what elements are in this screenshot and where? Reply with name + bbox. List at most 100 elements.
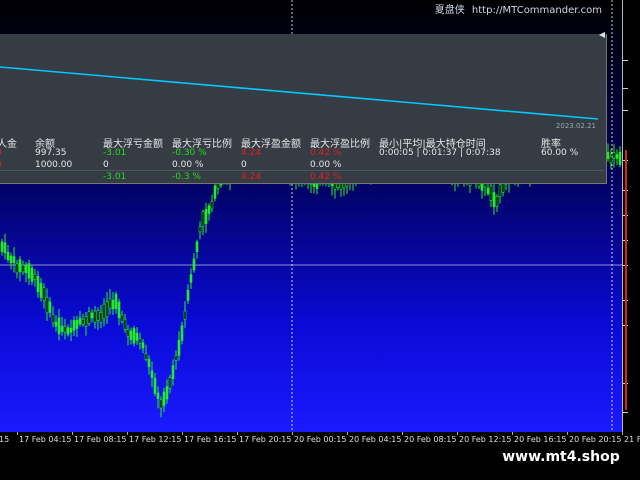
cell-win-rate-r1: 60.00 % [541,148,579,158]
candle-body [129,330,133,340]
table-divider [0,170,604,171]
scale-tick [623,88,628,89]
cell-hold-time-r1: 0:00:05 | 0:01:37 | 0:07:38 [379,148,501,158]
candle-body [15,263,19,274]
time-tick [347,432,348,435]
time-tick [512,432,513,435]
header-deposit: 人金 [0,139,17,150]
candle-body [183,310,187,320]
candle-body [42,287,46,301]
candle-body [156,392,160,399]
equity-line [0,66,599,120]
cell-loss-pct-r3: -0.3 % [172,172,201,182]
candle-body [147,359,151,368]
cell-deposit-r1: 0 [0,148,2,158]
cell-profit-pct-r1: 0.42 % [310,148,342,158]
triangle-left-icon[interactable]: ◀ [599,30,605,39]
brand-url[interactable]: http://MTCommander.com [472,5,602,16]
candle-body [210,201,214,210]
candle-body [144,353,148,360]
cell-balance-r2: 1000.00 [35,160,73,170]
candle-body [141,342,145,349]
scale-marker [625,150,627,410]
candle-body [24,264,28,274]
cell-loss-amount-r3: -3.01 [103,172,127,182]
time-tick [457,432,458,435]
time-tick [567,432,568,435]
scale-tick [623,60,628,61]
candle-body [54,321,58,327]
cell-profit-amount-r1: 4.24 [241,148,262,158]
time-label: 17 Feb 04:15 [19,435,72,444]
candle-body [72,320,76,331]
time-label: 20 Feb 08:15 [404,435,457,444]
time-tick [622,432,623,435]
candle-body [174,355,178,361]
candle-body [66,327,70,335]
candle-body [186,289,190,301]
stats-table: 人金 余额 最大浮亏金额 最大浮亏比例 最大浮盈金额 最大浮盈比例 最小|平均|… [0,134,604,184]
candle-body [39,283,43,298]
candle-body [84,316,88,327]
candle-body [99,312,103,323]
candle-body [180,325,184,341]
candle-body [96,310,100,321]
cell-profit-amount-r3: 4.24 [241,172,262,182]
time-label: 15 [0,435,10,444]
cell-deposit-r2: 0 [0,160,2,170]
candle-body [489,185,493,201]
watermark-logo: www.mt4.shop [497,443,625,471]
candle-body [123,318,127,330]
candle-body [114,293,118,309]
cell-loss-amount-r2: 0 [103,160,109,170]
candle-body [18,259,22,272]
time-tick [237,432,238,435]
candle-body [153,377,157,394]
cell-balance-r1: 997.35 [35,148,67,158]
time-tick [127,432,128,435]
candle-body [138,338,142,344]
candle-body [132,328,136,344]
candle-body [75,319,79,329]
candle-body [204,209,208,224]
candle-body [87,311,91,324]
candle-body [126,329,130,337]
candle-body [12,256,16,263]
candle-body [615,154,619,159]
candle-body [57,317,61,334]
time-label: 17 Feb 08:15 [74,435,127,444]
candle-body [495,195,499,207]
candle-body [207,205,211,214]
cell-loss-pct-r1: -0.30 % [172,148,207,158]
cell-profit-pct-r2: 0.00 % [310,160,342,170]
candle-body [201,211,205,227]
cell-profit-amount-r2: 0 [241,160,247,170]
candle-body [51,313,55,324]
candle-body [606,152,610,159]
time-tick [17,432,18,435]
candle-body [78,317,82,325]
candle-body [213,185,217,199]
candle-body [9,255,13,264]
candle-body [120,314,124,322]
candle-body [60,325,64,332]
candle-body [135,332,139,341]
candle-body [195,241,199,252]
time-label: 17 Feb 12:15 [129,435,182,444]
candle-body [492,192,496,208]
candle-body [81,318,85,325]
time-label: 20 Feb 00:15 [294,435,347,444]
time-label: 20 Feb 04:15 [349,435,402,444]
brand-name: 夏盘侠 [434,5,465,16]
equity-graph [0,66,599,120]
candle-body [498,184,502,198]
header-link[interactable]: 夏盘侠 http://MTCommander.com [435,1,602,16]
candle-body [171,365,175,379]
candle-body [36,275,40,293]
price-scale[interactable] [622,0,640,432]
candle-body [33,273,37,280]
scale-tick [623,412,628,413]
candle-body [486,187,490,194]
graph-date: 2023.02.21 [555,122,596,130]
candle-body [609,156,613,164]
